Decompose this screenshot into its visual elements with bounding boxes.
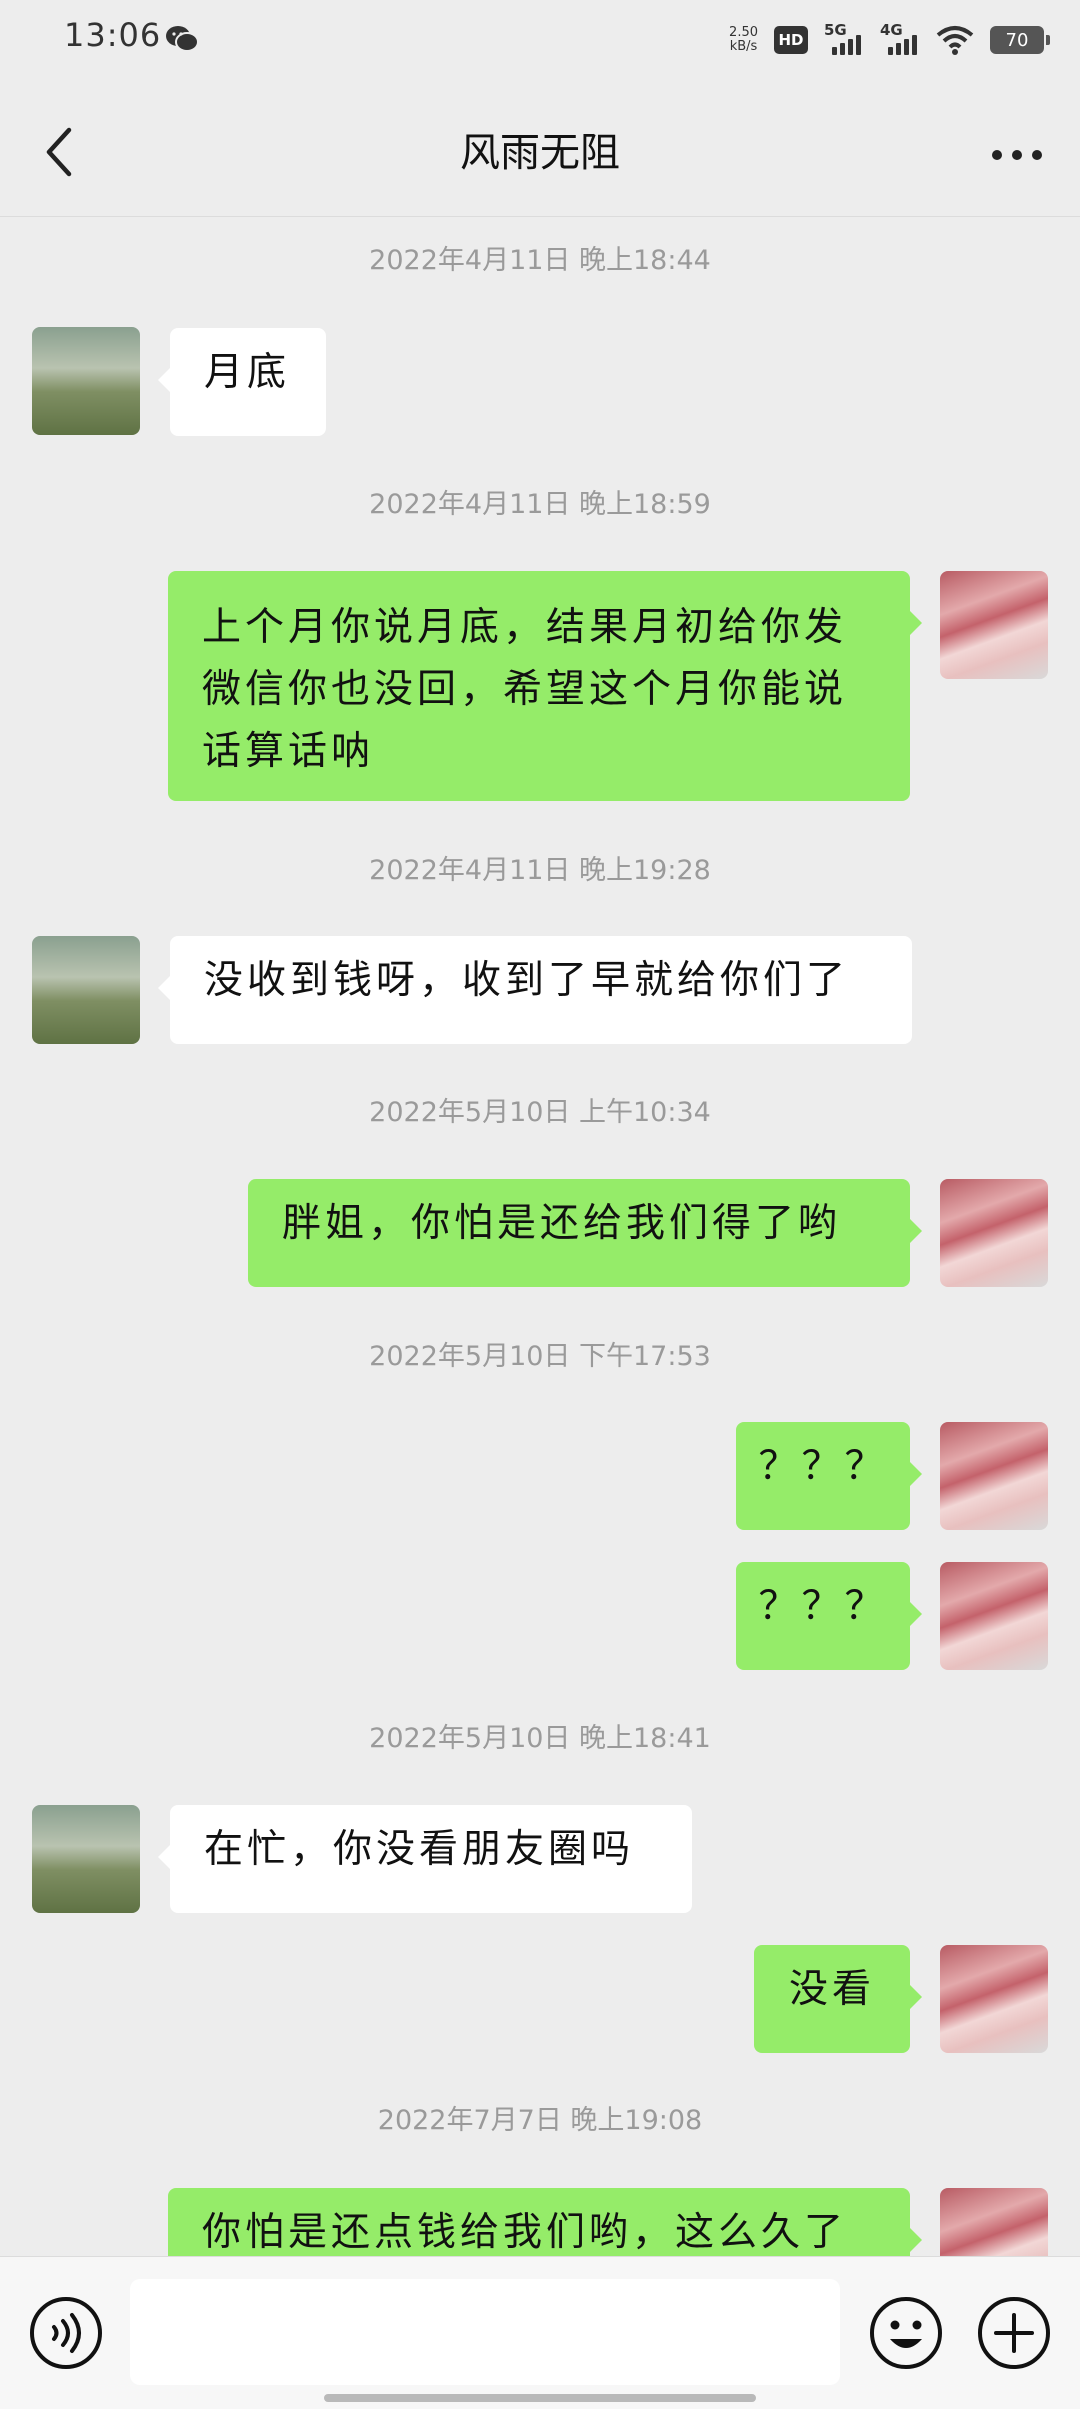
signal-4g-icon: 4G: [880, 21, 920, 55]
wifi-icon: [936, 26, 974, 55]
message-line: 上个月你说月底，结果月初给你发: [202, 605, 848, 650]
message-input[interactable]: [130, 2279, 840, 2385]
self-avatar[interactable]: [940, 1945, 1048, 2053]
contact-avatar[interactable]: [32, 1805, 140, 1913]
message-line: 话算话呐: [202, 729, 375, 774]
net-speed-value: 2.50: [729, 25, 758, 40]
message-bubble-outgoing[interactable]: ？？？: [736, 1562, 922, 1670]
emoji-icon[interactable]: [868, 2295, 944, 2371]
message-line: 微信你也没回，希望这个月你能说: [202, 667, 848, 712]
net-speed-unit: kB/s: [729, 39, 758, 54]
message-bubble-incoming[interactable]: 月底: [158, 328, 326, 436]
message-bubble-outgoing[interactable]: 胖姐，你怕是还给我们得了哟: [248, 1179, 922, 1287]
timestamp: 2022年7月7日 晚上19:08: [377, 2105, 703, 2136]
message-bubble-incoming[interactable]: 没收到钱呀，收到了早就给你们了: [158, 936, 912, 1044]
chat-title: 风雨无阻: [460, 130, 620, 176]
input-bar: [0, 2256, 1080, 2409]
status-indicators: 2.50 kB/s HD 5G 4G 70: [729, 20, 1050, 60]
more-dots-icon: [992, 150, 1042, 160]
wechat-icon: [166, 26, 199, 52]
home-indicator[interactable]: [324, 2394, 756, 2402]
self-avatar[interactable]: [940, 1422, 1048, 1530]
message-bubble-outgoing[interactable]: ？？？: [736, 1422, 922, 1530]
contact-avatar[interactable]: [32, 936, 140, 1044]
battery-icon: 70: [990, 26, 1050, 54]
hd-badge: HD: [774, 26, 808, 54]
self-avatar[interactable]: [940, 1562, 1048, 1670]
net-speed: 2.50 kB/s: [729, 26, 758, 54]
signal-4g-label: 4G: [880, 21, 903, 39]
timestamp: 2022年4月11日 晚上19:28: [369, 855, 711, 886]
timestamp: 2022年4月11日 晚上18:44: [369, 245, 711, 276]
timestamp: 2022年5月10日 下午17:53: [369, 1341, 711, 1372]
timestamp: 2022年4月11日 晚上18:59: [369, 489, 711, 520]
message-bubble-incoming[interactable]: 在忙，你没看朋友圈吗: [158, 1805, 692, 1913]
self-avatar[interactable]: [940, 1179, 1048, 1287]
plus-icon[interactable]: [976, 2295, 1052, 2371]
self-avatar[interactable]: [940, 571, 1048, 679]
timestamp: 2022年5月10日 晚上18:41: [369, 1723, 711, 1754]
signal-5g-label: 5G: [824, 21, 847, 39]
message-bubble-outgoing[interactable]: 上个月你说月底，结果月初给你发 微信你也没回，希望这个月你能说 话算话呐: [168, 571, 922, 801]
contact-avatar[interactable]: [32, 327, 140, 435]
voice-icon[interactable]: [28, 2295, 104, 2371]
timestamp: 2022年5月10日 上午10:34: [369, 1097, 711, 1128]
signal-5g-icon: 5G: [824, 21, 864, 55]
status-time: 13:06: [64, 16, 162, 54]
more-button[interactable]: [982, 120, 1052, 190]
message-bubble-outgoing[interactable]: 没看: [754, 1945, 922, 2053]
chat-header: 风雨无阻: [0, 80, 1080, 217]
status-bar: 13:06 2.50 kB/s HD 5G 4G 70: [0, 0, 1080, 80]
